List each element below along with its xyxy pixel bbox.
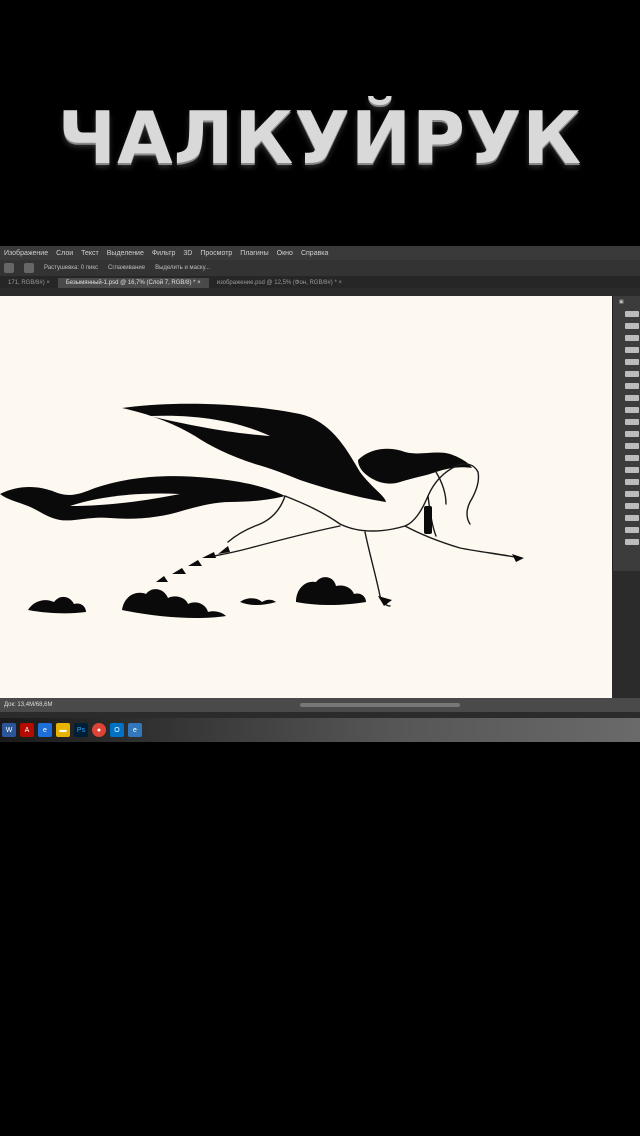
right-tool-panel: ▣ [612, 296, 640, 571]
panel-button[interactable] [625, 527, 639, 533]
panel-button[interactable] [625, 515, 639, 521]
menu-bar: Изображение Слои Текст Выделение Фильтр … [0, 246, 640, 260]
antialias-checkbox[interactable]: Сглаживание [108, 265, 145, 271]
dust-cloud-shape [240, 598, 276, 605]
panel-button[interactable] [625, 323, 639, 329]
horse-hind-leg-2 [213, 525, 341, 557]
hoof-shape [378, 596, 392, 606]
photoshop-window: Изображение Слои Текст Выделение Фильтр … [0, 246, 640, 742]
doc-size-readout: Док: 13,4М/68,6М [4, 702, 53, 708]
windows-taskbar: W A e ▬ Ps ● O e [0, 718, 640, 742]
panel-header: ▣ [619, 299, 624, 305]
selection-mode-icon[interactable] [24, 263, 34, 273]
tab-doc-3[interactable]: изображение.psd @ 12,5% (Фон, RGB/8#) * … [209, 278, 350, 288]
debris-shape [172, 568, 186, 574]
panel-button[interactable] [625, 431, 639, 437]
horse-hind-leg [364, 531, 391, 607]
outlook-icon[interactable]: O [110, 723, 124, 737]
feather-field[interactable]: Растушевка: 0 пикс [44, 265, 98, 271]
tab-doc-1[interactable]: 171, RGB/8#) × [0, 278, 58, 288]
hoof-shape [512, 554, 524, 562]
menu-item[interactable]: Справка [301, 250, 328, 257]
debris-shape [156, 576, 168, 582]
debris-shape [202, 552, 216, 558]
document-tabs: 171, RGB/8#) × Безымянный-1.psd @ 16,7% … [0, 276, 640, 288]
panel-button[interactable] [625, 347, 639, 353]
lasso-tool-icon[interactable] [4, 263, 14, 273]
menu-item[interactable]: Текст [81, 250, 99, 257]
select-mask-button[interactable]: Выделить и маску... [155, 265, 210, 271]
options-bar: Растушевка: 0 пикс Сглаживание Выделить … [0, 260, 640, 276]
panel-button[interactable] [625, 383, 639, 389]
bridle-strap [424, 506, 432, 534]
panel-button[interactable] [625, 359, 639, 365]
panel-button[interactable] [625, 503, 639, 509]
acrobat-icon[interactable]: A [20, 723, 34, 737]
menu-item[interactable]: Плагины [240, 250, 268, 257]
menu-item[interactable]: Изображение [4, 250, 48, 257]
panel-button[interactable] [625, 335, 639, 341]
menu-item[interactable]: 3D [183, 250, 192, 257]
panel-button[interactable] [625, 455, 639, 461]
menu-item[interactable]: Слои [56, 250, 73, 257]
horizontal-scrollbar[interactable] [300, 703, 460, 707]
panel-button[interactable] [625, 539, 639, 545]
menu-item[interactable]: Окно [277, 250, 293, 257]
video-title: ЧАЛКУЙРУК [57, 96, 583, 180]
chrome-icon[interactable]: ● [92, 723, 106, 737]
panel-button[interactable] [625, 467, 639, 473]
horse-front-leg [404, 525, 521, 559]
panel-button[interactable] [625, 407, 639, 413]
horse-belly-outline [227, 495, 286, 543]
panel-button[interactable] [625, 419, 639, 425]
dust-cloud-shape [296, 577, 366, 605]
debris-shape [188, 560, 202, 566]
folder-icon[interactable]: ▬ [56, 723, 70, 737]
menu-item[interactable]: Просмотр [200, 250, 232, 257]
menu-item[interactable]: Фильтр [152, 250, 176, 257]
photoshop-icon[interactable]: Ps [74, 723, 88, 737]
menu-item[interactable]: Выделение [107, 250, 144, 257]
panel-button[interactable] [625, 491, 639, 497]
panel-button[interactable] [625, 371, 639, 377]
panel-button[interactable] [625, 395, 639, 401]
status-bar: Док: 13,4М/68,6М [0, 698, 640, 712]
edge-icon[interactable]: e [128, 723, 142, 737]
tab-doc-2[interactable]: Безымянный-1.psd @ 16,7% (Слой 7, RGB/8)… [57, 278, 209, 288]
word-icon[interactable]: W [2, 723, 16, 737]
dust-cloud-shape [28, 596, 86, 614]
winged-horse-illustration [0, 403, 524, 618]
dust-cloud-shape [122, 589, 226, 618]
panel-button[interactable] [625, 443, 639, 449]
panel-button[interactable] [625, 479, 639, 485]
panel-button[interactable] [625, 311, 639, 317]
canvas-artwork[interactable] [0, 296, 612, 698]
explorer-icon[interactable]: e [38, 723, 52, 737]
